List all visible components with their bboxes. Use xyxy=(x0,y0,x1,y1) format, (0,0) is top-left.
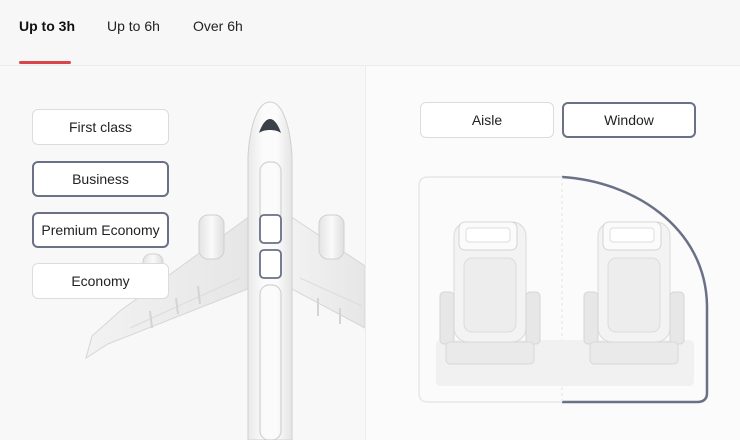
aisle-seat xyxy=(439,221,541,365)
seat-position-panel: Aisle Window xyxy=(366,66,740,440)
first-class-button[interactable]: First class xyxy=(32,109,169,145)
cabin-class-panel: First class Business Premium Economy Eco… xyxy=(0,66,365,440)
tab-over-6h[interactable]: Over 6h xyxy=(193,16,243,36)
left-inner-engine xyxy=(198,214,225,260)
business-zone xyxy=(259,214,282,244)
right-inner-engine xyxy=(318,214,345,260)
active-tab-indicator xyxy=(19,61,71,64)
seat-row-illustration xyxy=(418,175,709,404)
economy-button[interactable]: Economy xyxy=(32,263,169,299)
tab-up-to-6h[interactable]: Up to 6h xyxy=(107,16,160,36)
duration-tab-bar: Up to 3h Up to 6h Over 6h xyxy=(0,0,740,66)
window-seat xyxy=(583,221,685,365)
business-button[interactable]: Business xyxy=(32,161,169,197)
premium-economy-zone xyxy=(259,249,282,279)
tab-up-to-3h[interactable]: Up to 3h xyxy=(19,16,75,36)
premium-economy-button[interactable]: Premium Economy xyxy=(32,212,169,248)
